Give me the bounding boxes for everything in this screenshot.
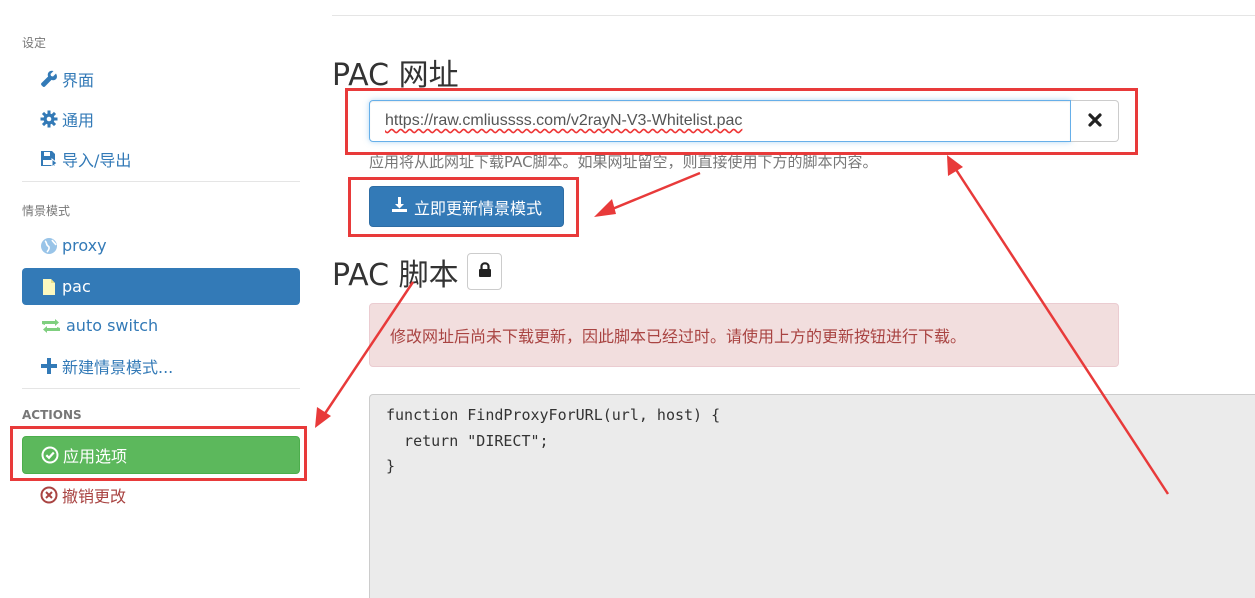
- sidebar-item-label: auto switch: [66, 316, 159, 335]
- gear-icon: [39, 109, 59, 129]
- sidebar: 设定 界面 通用 导入/导出 情景模式 proxy pac auto switc…: [0, 0, 316, 598]
- sidebar-item-new-profile[interactable]: 新建情景模式...: [22, 347, 300, 384]
- annotation-arrowhead: [947, 155, 963, 176]
- sidebar-item-interface[interactable]: 界面: [22, 60, 300, 97]
- sidebar-item-label: 通用: [62, 110, 95, 130]
- lock-icon: [478, 261, 492, 282]
- close-circle-icon: [39, 485, 59, 505]
- sidebar-item-label: 新建情景模式...: [62, 357, 174, 377]
- sidebar-item-label: pac: [62, 277, 91, 296]
- settings-header: 设定: [22, 36, 47, 50]
- annotation-arrowhead: [315, 407, 331, 428]
- sidebar-divider: [22, 181, 300, 182]
- header-rule: [332, 15, 1255, 16]
- script-lock-button[interactable]: [467, 253, 502, 290]
- import-export-icon: [39, 149, 59, 169]
- outdated-script-alert: 修改网址后尚未下载更新，因此脚本已经过时。请使用上方的更新按钮进行下载。: [369, 303, 1119, 367]
- sidebar-item-general[interactable]: 通用: [22, 100, 300, 137]
- profiles-header: 情景模式: [22, 204, 71, 218]
- sidebar-item-label: 导入/导出: [62, 150, 132, 170]
- retweet-icon: [39, 316, 63, 336]
- sidebar-item-label: 界面: [62, 70, 95, 90]
- sidebar-item-import-export[interactable]: 导入/导出: [22, 140, 300, 177]
- sidebar-item-auto-switch[interactable]: auto switch: [22, 307, 300, 344]
- annotation-arrowhead: [594, 199, 616, 217]
- wrench-icon: [39, 69, 59, 89]
- plus-icon: [39, 356, 59, 376]
- discard-changes-label: 撤销更改: [62, 486, 127, 506]
- script-line: return "DIRECT";: [386, 431, 549, 450]
- script-line: function FindProxyForURL(url, host) {: [386, 406, 721, 424]
- annotation-arrow-update: [604, 171, 701, 214]
- sidebar-item-label: proxy: [62, 236, 107, 255]
- pac-script-title: PAC 脚本: [332, 258, 459, 293]
- pac-script-editor[interactable]: function FindProxyForURL(url, host) { re…: [369, 394, 1255, 598]
- globe-icon: [39, 236, 59, 256]
- annotation-box-apply: [10, 426, 307, 481]
- sidebar-item-pac[interactable]: pac: [22, 268, 300, 305]
- script-line: }: [386, 457, 396, 475]
- file-icon: [39, 277, 59, 297]
- annotation-box-url: [345, 88, 1138, 155]
- actions-header: ACTIONS: [22, 408, 82, 422]
- sidebar-divider: [22, 388, 300, 389]
- annotation-box-update: [348, 177, 579, 237]
- sidebar-item-proxy[interactable]: proxy: [22, 227, 300, 264]
- discard-changes-button[interactable]: 撤销更改: [22, 476, 300, 513]
